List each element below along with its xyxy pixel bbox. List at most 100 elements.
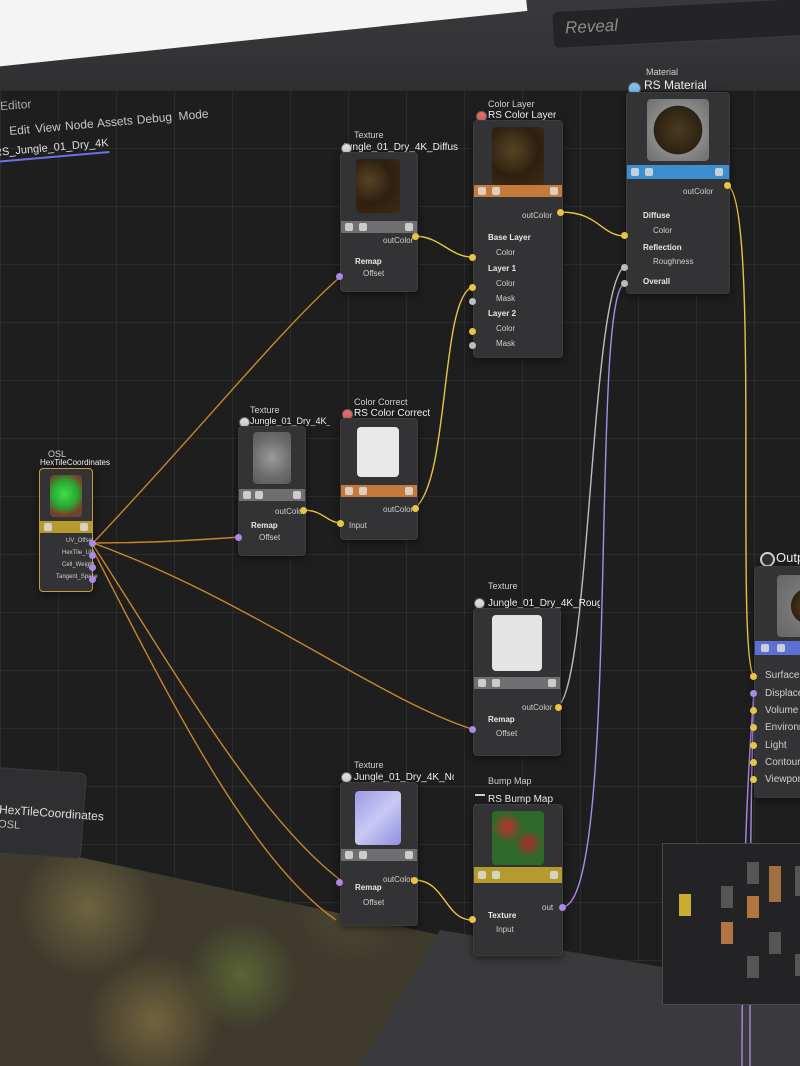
port-layer-1-mask[interactable] <box>469 298 476 305</box>
port-hex-hextile-uv[interactable] <box>89 552 96 559</box>
node-cc-body: outColor Input <box>340 418 418 540</box>
layer-thumbnail <box>492 127 544 185</box>
node-bump-body: out Texture Input <box>473 804 563 956</box>
minimap-node <box>795 866 800 896</box>
node-diffuse-type: Texture <box>354 130 384 140</box>
output-environment-label: Environm <box>765 722 800 733</box>
node-rough-body: outColor Remap Offset <box>473 608 561 756</box>
diffuse-out-label: outColor <box>383 236 414 245</box>
port-layer-1-color[interactable] <box>469 284 476 291</box>
port-output-environment[interactable] <box>750 724 757 731</box>
globe-icon <box>345 487 353 495</box>
port-rough-offset[interactable] <box>469 726 476 733</box>
minimap-node <box>747 862 759 884</box>
port-ao-offset[interactable] <box>235 534 242 541</box>
port-material-diffuse-color[interactable] <box>621 232 628 239</box>
port-layer-out[interactable] <box>557 209 564 216</box>
ao-remap-label: Remap <box>251 521 278 530</box>
layer-1-mask-label: Mask <box>496 294 516 303</box>
bump-input-label: Input <box>496 925 514 934</box>
rough-bar <box>474 677 560 689</box>
normal-offset-label: Offset <box>363 898 385 907</box>
node-bump-type: Bump Map <box>488 776 532 786</box>
port-bump-out[interactable] <box>559 904 566 911</box>
material-diffuse-label: Diffuse <box>643 211 671 220</box>
material-diffuse-color-label: Color <box>653 226 673 235</box>
ao-thumbnail <box>253 432 291 484</box>
wire-hex-ao <box>92 536 241 544</box>
material-bar <box>627 165 729 179</box>
node-normal-type: Texture <box>354 760 384 770</box>
port-diffuse-out[interactable] <box>412 233 419 240</box>
image-icon <box>777 644 785 652</box>
image-icon <box>492 187 500 195</box>
port-hex-cell-weight[interactable] <box>89 564 96 571</box>
port-output-viewport[interactable] <box>750 776 757 783</box>
minimap-node <box>769 866 781 902</box>
node-normal-body: outColor Remap Offset <box>340 782 418 926</box>
port-output-light[interactable] <box>750 742 757 749</box>
globe-icon <box>345 851 353 859</box>
port-hex-tangent-space[interactable] <box>89 576 96 583</box>
port-normal-out[interactable] <box>411 877 418 884</box>
material-overall-label: Overall <box>643 277 671 286</box>
port-rough-out[interactable] <box>555 704 562 711</box>
port-material-roughness[interactable] <box>621 264 628 271</box>
port-diffuse-offset[interactable] <box>336 273 343 280</box>
port-hex-uv-offset[interactable] <box>89 540 96 547</box>
node-diffuse-body: outColor Remap Offset <box>340 152 418 292</box>
port-cc-input[interactable] <box>337 520 344 527</box>
normal-remap-label: Remap <box>355 883 382 892</box>
port-cc-out[interactable] <box>412 505 419 512</box>
output-icon <box>760 552 775 567</box>
image-icon <box>645 168 653 176</box>
diffuse-bar <box>341 221 417 233</box>
port-layer-base-color[interactable] <box>469 254 476 261</box>
output-thumbnail <box>777 575 800 637</box>
port-output-displace[interactable] <box>750 690 757 697</box>
node-rough-type: Texture <box>488 581 518 591</box>
rough-out-label: outColor <box>522 703 553 712</box>
ao-bar <box>239 489 305 501</box>
bump-bar <box>474 867 562 883</box>
node-layer-body: outColor Base Layer Color Layer 1 Color … <box>473 120 563 358</box>
port-output-contour[interactable] <box>750 759 757 766</box>
image-icon <box>492 871 500 879</box>
layer-2-color-label: Color <box>496 324 516 333</box>
globe-icon <box>631 168 639 176</box>
port-layer-2-mask[interactable] <box>469 342 476 349</box>
output-viewport-label: Viewpor <box>765 774 800 785</box>
globe-icon <box>44 523 52 531</box>
layer-out-label: outColor <box>522 211 553 220</box>
cc-input-label: Input <box>349 521 367 530</box>
port-output-volume[interactable] <box>750 707 757 714</box>
layer-base-label: Base Layer <box>488 233 531 242</box>
port-material-out[interactable] <box>724 182 731 189</box>
port-normal-offset[interactable] <box>336 879 343 886</box>
minimap[interactable] <box>662 843 800 1005</box>
layer-1-color-label: Color <box>496 279 516 288</box>
image-icon <box>359 223 367 231</box>
wire-hex-normal-1 <box>92 544 344 883</box>
node-info-card: HexTileCoordinates OSL <box>0 766 104 860</box>
layer-base-color-label: Color <box>496 248 516 257</box>
port-material-overall[interactable] <box>621 280 628 287</box>
minimap-node <box>721 922 733 944</box>
wire-cc-layer <box>414 286 473 509</box>
image-icon <box>359 487 367 495</box>
port-bump-input[interactable] <box>469 916 476 923</box>
output-bar <box>755 641 800 655</box>
node-material-name: RS Material <box>644 78 707 92</box>
port-ao-out[interactable] <box>300 507 307 514</box>
wire-normal-bump <box>413 879 473 921</box>
material-thumbnail <box>647 99 709 161</box>
node-output-name: Outp <box>776 550 800 565</box>
port-layer-2-color[interactable] <box>469 328 476 335</box>
material-roughness-label: Roughness <box>653 257 694 266</box>
node-cc-type: Color Correct <box>354 397 408 407</box>
port-output-surface[interactable] <box>750 673 757 680</box>
normal-out-label: outColor <box>383 875 414 884</box>
ao-offset-label: Offset <box>259 533 281 542</box>
layer-2-mask-label: Mask <box>496 339 516 348</box>
layer-bar <box>474 185 562 197</box>
